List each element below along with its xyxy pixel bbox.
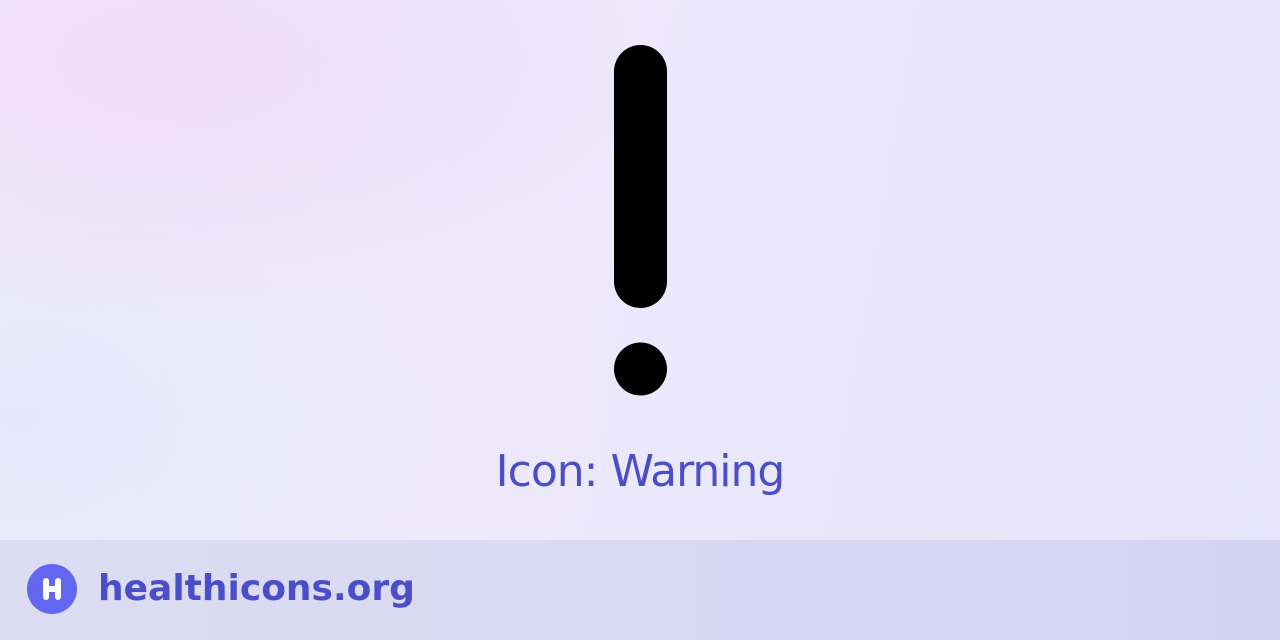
site-link[interactable]: healthicons.org [98, 565, 415, 613]
icon-title: Icon: Warning [495, 446, 786, 497]
hero-section: Icon: Warning [0, 0, 1280, 540]
healthicons-logo-icon[interactable] [27, 564, 77, 614]
warning-icon [614, 45, 667, 396]
exclamation-bar [614, 45, 667, 308]
footer-bar: healthicons.org [0, 540, 1280, 640]
exclamation-dot [614, 342, 667, 396]
logo-letter-h-icon [43, 578, 61, 600]
